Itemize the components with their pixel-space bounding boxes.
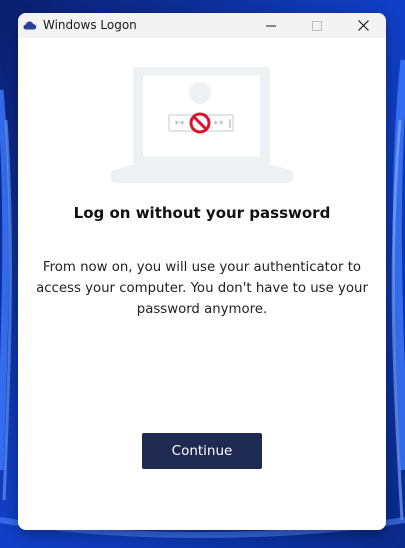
minimize-icon	[266, 25, 276, 26]
maximize-button[interactable]	[294, 13, 340, 38]
close-button[interactable]	[340, 13, 386, 38]
continue-button[interactable]: Continue	[142, 433, 262, 469]
title-bar[interactable]: Windows Logon	[18, 13, 386, 38]
password-mask-right: **	[213, 120, 224, 130]
cloud-icon	[23, 21, 37, 30]
description-text: From now on, you will use your authentic…	[36, 260, 368, 317]
laptop-no-password-icon: ** **	[111, 67, 293, 183]
close-icon	[357, 20, 369, 31]
window-title: Windows Logon	[43, 18, 137, 32]
password-mask-left: **	[174, 120, 185, 130]
page-title: Log on without your password	[73, 204, 331, 222]
maximize-icon	[312, 20, 322, 31]
windows-logon-dialog: Windows Logon ** ** Log on without your …	[18, 13, 386, 530]
minimize-button[interactable]	[248, 13, 294, 38]
